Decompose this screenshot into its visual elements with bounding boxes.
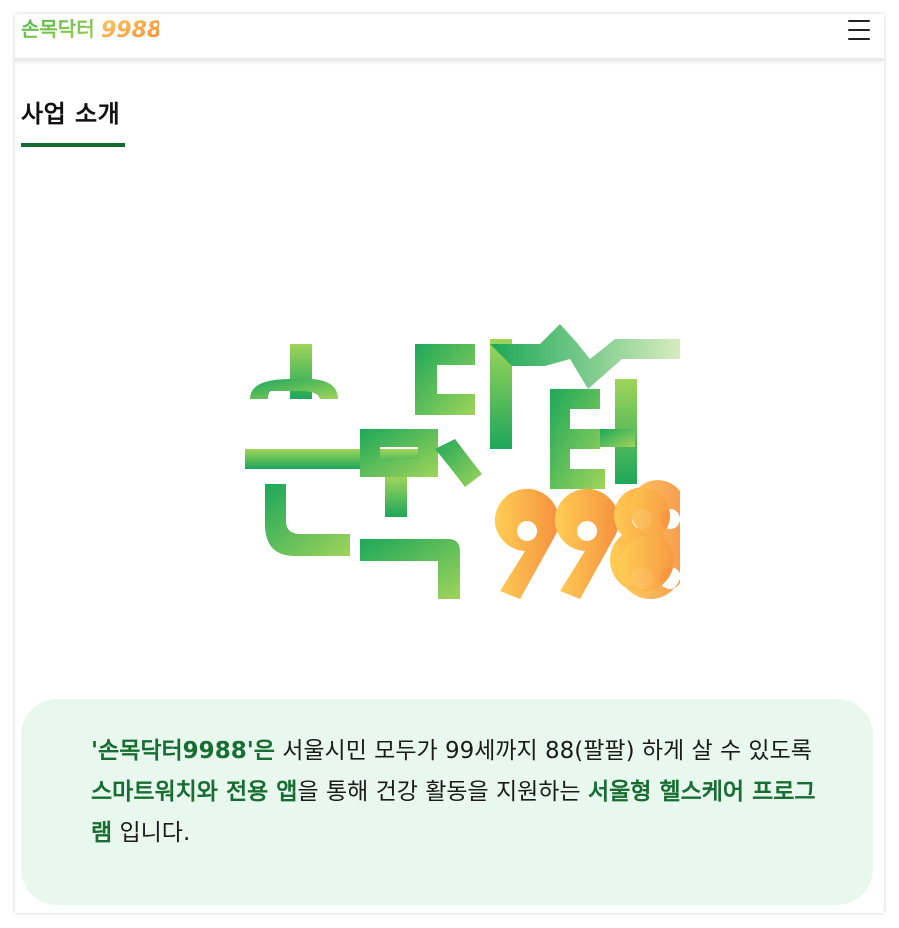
logo-syllable-son	[245, 344, 425, 556]
intro-text-segment: 을 통해 건강 활동을 지원하는	[297, 779, 588, 805]
hamburger-menu-icon[interactable]	[848, 20, 870, 40]
title-underline	[21, 143, 125, 147]
hero-logo	[245, 324, 680, 599]
brand-logo[interactable]: 손목닥터 9988	[19, 14, 159, 46]
page-frame: 손목닥터 9988 사업 소개 '손목닥터9988'은 서울시민 모두가 99세…	[15, 14, 884, 913]
logo-syllable-teo	[490, 324, 680, 489]
intro-text: '손목닥터9988'은 서울시민 모두가 99세까지 88(팔팔) 하게 살 수…	[91, 731, 831, 854]
svg-text:9988: 9988	[101, 18, 159, 43]
intro-text-segment: 서울시민 모두가 99세까지 88(팔팔) 하게 살 수 있도록	[274, 738, 812, 764]
section-title: 사업 소개	[21, 100, 121, 128]
intro-text-segment: 입니다.	[112, 820, 191, 846]
intro-program-name: '손목닥터9988'은	[91, 738, 275, 764]
intro-box: '손목닥터9988'은 서울시민 모두가 99세까지 88(팔팔) 하게 살 수…	[21, 699, 873, 905]
intro-smartwatch-app: 스마트워치와 전용 앱	[91, 779, 298, 805]
top-navigation-bar: 손목닥터 9988	[15, 14, 884, 61]
logo-numbers-9988	[494, 480, 680, 599]
svg-text:손목닥터: 손목닥터	[21, 17, 95, 41]
